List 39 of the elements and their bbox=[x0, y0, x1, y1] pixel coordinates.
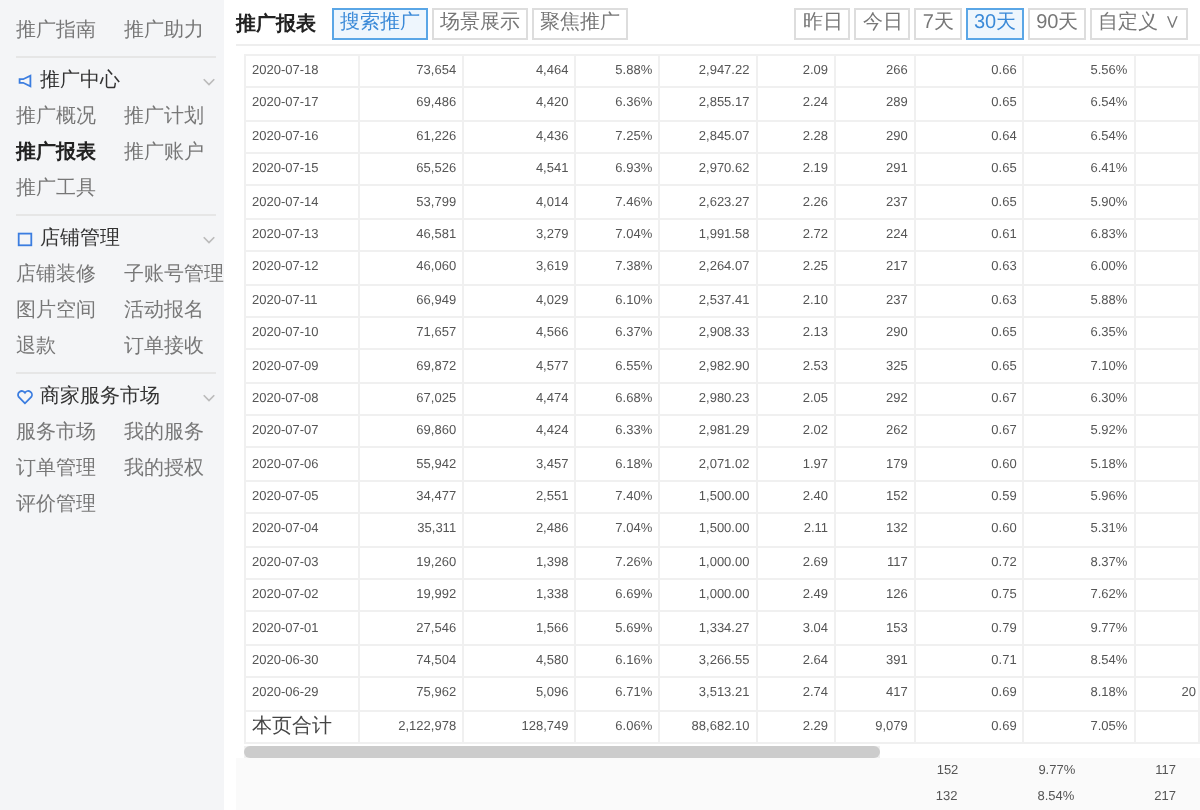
sidebar-link[interactable]: 推广助力 bbox=[124, 16, 228, 44]
sidebar-item[interactable]: 推广报表 bbox=[16, 138, 124, 166]
sidebar-group-title[interactable]: 推广中心 bbox=[40, 66, 196, 94]
sidebar-item[interactable]: 活动报名 bbox=[124, 296, 228, 324]
sidebar-link[interactable]: 推广指南 bbox=[16, 16, 124, 44]
scrollbar-thumb[interactable] bbox=[244, 746, 880, 758]
chevron-icon[interactable] bbox=[202, 389, 216, 403]
chevron-icon[interactable] bbox=[202, 73, 216, 87]
sidebar-item[interactable]: 评价管理 bbox=[16, 490, 124, 518]
custom-range-dropdown[interactable]: 自定义 ∨ bbox=[1090, 7, 1188, 40]
date-range-button[interactable]: 7天 bbox=[914, 7, 962, 40]
heart-icon bbox=[16, 387, 34, 405]
sidebar-item[interactable]: 服务市场 bbox=[16, 418, 124, 446]
page-title: 推广报表 bbox=[236, 10, 316, 38]
megaphone-icon bbox=[16, 71, 34, 89]
date-range-button[interactable]: 90天 bbox=[1028, 7, 1087, 40]
sidebar-group-title[interactable]: 商家服务市场 bbox=[40, 382, 196, 410]
chevron-icon[interactable] bbox=[202, 231, 216, 245]
sidebar-item[interactable]: 图片空间 bbox=[16, 296, 124, 324]
square-icon bbox=[16, 229, 34, 247]
sidebar-item[interactable]: 订单管理 bbox=[16, 454, 124, 482]
sidebar-item[interactable]: 推广工具 bbox=[16, 174, 124, 202]
sidebar-item[interactable]: 我的服务 bbox=[124, 418, 228, 446]
tab[interactable]: 搜索推广 bbox=[332, 7, 428, 40]
sidebar-item[interactable]: 店铺装修 bbox=[16, 260, 124, 288]
tab[interactable]: 聚焦推广 bbox=[532, 7, 628, 40]
sidebar-item[interactable]: 推广概况 bbox=[16, 102, 124, 130]
sidebar-item[interactable]: 推广账户 bbox=[124, 138, 228, 166]
date-range-button[interactable]: 今日 bbox=[854, 7, 911, 40]
sidebar-item[interactable]: 子账号管理 bbox=[124, 260, 228, 288]
date-range-button[interactable]: 30天 bbox=[965, 7, 1025, 40]
sidebar-item[interactable]: 推广计划 bbox=[124, 102, 228, 130]
date-range-button[interactable]: 昨日 bbox=[794, 7, 851, 40]
total-cell: 本页合计 bbox=[245, 710, 360, 743]
sidebar-item[interactable]: 订单接收 bbox=[124, 332, 228, 360]
sidebar-item[interactable]: 退款 bbox=[16, 332, 124, 360]
sidebar-group-title[interactable]: 店铺管理 bbox=[40, 224, 196, 252]
sidebar-item[interactable]: 我的授权 bbox=[124, 454, 228, 482]
tab[interactable]: 场景展示 bbox=[432, 7, 528, 40]
